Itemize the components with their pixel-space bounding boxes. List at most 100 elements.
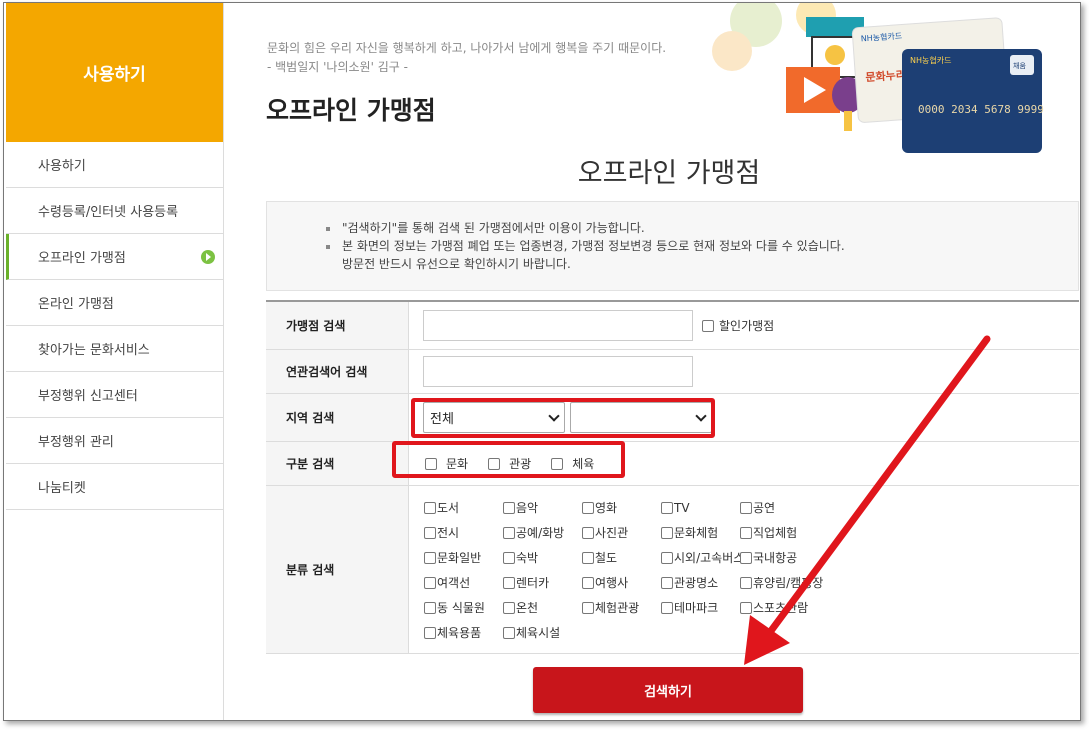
category-option[interactable]: 국내항공 [740,548,830,567]
quote-author: - 백범일지 '나의소원' 김구 - [267,60,408,74]
category-option[interactable]: 숙박 [503,548,582,567]
category-label: 시외/고속버스 [674,551,745,565]
sidebar-item-registration[interactable]: 수령등록/인터넷 사용등록 [6,188,223,234]
category-option[interactable]: 체육용품 [424,623,503,642]
sidebar-item-visiting-service[interactable]: 찾아가는 문화서비스 [6,326,223,372]
category-checkbox[interactable] [503,501,515,514]
category-checkbox[interactable] [503,576,515,589]
category-checkbox[interactable] [424,626,436,639]
category-checkbox[interactable] [661,526,673,539]
sidebar-item-offline-store[interactable]: 오프라인 가맹점 [6,234,223,280]
category-label: 전시 [437,526,460,540]
header-illustration: NH농협카드 문화누리 NH농협카드 채움 0000 2034 5678 999… [712,3,1044,153]
discount-store-label: 할인가맹점 [719,319,775,333]
category-option[interactable]: 체험관광 [582,598,661,617]
category-label: 동 식물원 [437,601,485,615]
notice-line: "검색하기"를 통해 검색 된 가맹점에서만 이용이 가능합니다. [326,219,1078,237]
category-checkbox[interactable] [503,626,515,639]
category-label: 여행사 [595,576,629,590]
category-option[interactable]: 도서 [424,498,503,517]
category-label: 도서 [437,501,460,515]
svg-text:NH농협카드: NH농협카드 [910,55,951,65]
category-option[interactable]: 시외/고속버스 [661,548,744,567]
category-checkbox[interactable] [661,601,673,614]
category-checkbox[interactable] [582,551,594,564]
category-option[interactable]: 문화일반 [424,548,503,567]
category-label: 문화체험 [674,526,719,540]
related-search-input[interactable] [423,356,693,387]
category-checkbox[interactable] [740,526,752,539]
store-search-input[interactable] [423,310,693,341]
search-button[interactable]: 검색하기 [533,667,803,713]
category-option[interactable]: 렌터카 [503,573,582,592]
category-label: 직업체험 [753,526,798,540]
deco-circle-icon [712,31,752,71]
category-label: 휴양림/캠핑장 [753,576,824,590]
category-option[interactable]: 동 식물원 [424,598,503,617]
category-label: 여객선 [437,576,471,590]
category-label: 관광명소 [674,576,719,590]
sidebar-item-label: 부정행위 관리 [38,435,114,450]
category-checkbox[interactable] [424,501,436,514]
category-checkbox[interactable] [503,551,515,564]
category-label: TV [674,500,690,515]
category-option[interactable]: 사진관 [582,523,661,542]
category-checkbox[interactable] [503,526,515,539]
category-option[interactable]: 직업체험 [740,523,830,542]
row-category-search: 분류 검색 도서 음악 영화 TV 공연 전시 공예/화방 사진관 문화체험 직… [266,486,1079,654]
category-option[interactable]: 휴양림/캠핑장 [740,573,830,592]
category-option[interactable]: 체육시설 [503,623,582,642]
category-checkbox[interactable] [740,601,752,614]
sidebar-item-fraud-report[interactable]: 부정행위 신고센터 [6,372,223,418]
category-option[interactable]: 음악 [503,498,582,517]
sidebar-title: 사용하기 [6,3,223,142]
category-option[interactable]: 관광명소 [661,573,740,592]
field-label: 구분 검색 [266,442,409,485]
category-checkbox[interactable] [582,501,594,514]
category-checkbox[interactable] [740,551,752,564]
category-option[interactable]: 공예/화방 [503,523,582,542]
category-option[interactable]: 온천 [503,598,582,617]
category-option[interactable]: 테마파크 [661,598,740,617]
category-option[interactable]: 스포츠관람 [740,598,830,617]
category-checkbox[interactable] [424,576,436,589]
discount-store-checkbox[interactable] [702,319,714,332]
category-checkbox[interactable] [582,576,594,589]
category-checkbox[interactable] [740,501,752,514]
search-form: 가맹점 검색 할인가맹점 연관검색어 검색 지역 검색 전체 구분 검색 문화 … [266,300,1079,654]
field-label: 지역 검색 [266,394,409,441]
section-title: 오프라인 가맹점 [577,158,761,189]
category-label: 공예/화방 [516,526,565,540]
sidebar-item-use[interactable]: 사용하기 [6,142,223,188]
sidebar-item-sharing-ticket[interactable]: 나눔티켓 [6,464,223,510]
category-checkbox[interactable] [582,601,594,614]
category-checkbox[interactable] [661,501,673,514]
category-checkbox[interactable] [582,526,594,539]
category-label: 국내항공 [753,551,798,565]
type-highlight-box [392,441,625,478]
category-checkbox[interactable] [661,576,673,589]
category-checkbox[interactable] [503,601,515,614]
category-checkbox[interactable] [740,576,752,589]
category-option[interactable]: 영화 [582,498,661,517]
category-option[interactable]: 공연 [740,498,830,517]
sidebar-item-label: 부정행위 신고센터 [38,389,138,404]
region-highlight-box [411,398,715,438]
category-option[interactable]: TV [661,498,740,517]
notice-line: 방문전 반드시 유선으로 확인하시기 바랍니다. [342,257,571,271]
category-label: 공연 [753,501,776,515]
row-type-search: 구분 검색 문화 관광 체육 [266,441,1079,486]
category-option[interactable]: 여행사 [582,573,661,592]
notice-line: 본 화면의 정보는 가맹점 폐업 또는 업종변경, 가맹점 정보변경 등으로 현… [326,237,1078,255]
category-option[interactable]: 여객선 [424,573,503,592]
category-checkbox[interactable] [424,551,436,564]
category-label: 숙박 [516,551,539,565]
category-checkbox[interactable] [661,551,673,564]
category-checkbox[interactable] [424,601,436,614]
category-checkbox[interactable] [424,526,436,539]
sidebar-item-fraud-management[interactable]: 부정행위 관리 [6,418,223,464]
category-option[interactable]: 문화체험 [661,523,740,542]
sidebar-item-online-store[interactable]: 온라인 가맹점 [6,280,223,326]
category-option[interactable]: 전시 [424,523,503,542]
category-option[interactable]: 철도 [582,548,661,567]
